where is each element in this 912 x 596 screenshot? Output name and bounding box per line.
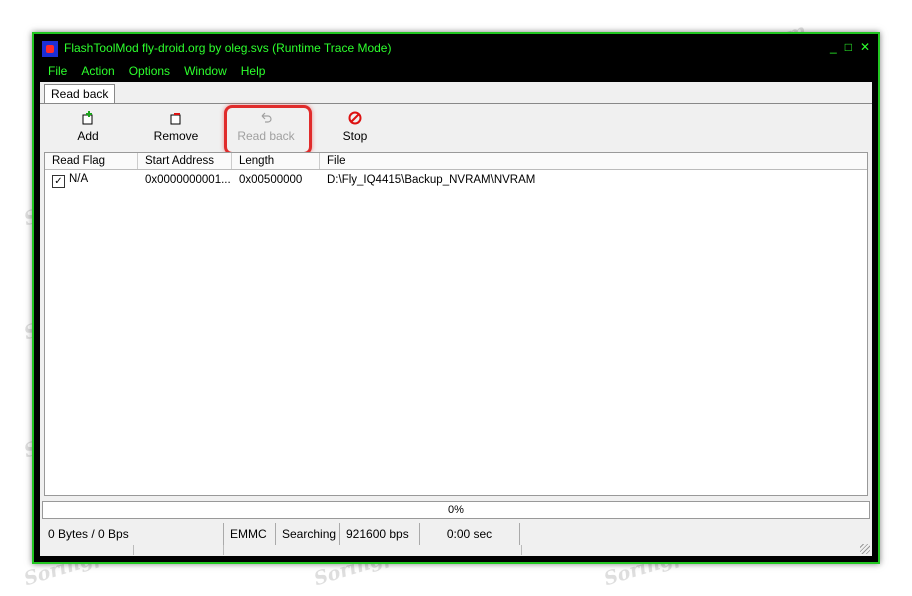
status-cell (134, 545, 224, 555)
status-baud: 921600 bps (340, 523, 420, 545)
status-time: 0:00 sec (420, 523, 520, 545)
toolbar: Add Remove Read back Stop (44, 108, 868, 148)
table-row[interactable]: ✓ N/A 0x0000000001... 0x00500000 D:\Fly_I… (45, 170, 867, 190)
file-cell: D:\Fly_IQ4415\Backup_NVRAM\NVRAM (327, 174, 536, 186)
progress-text: 0% (448, 504, 464, 516)
table-header: Read Flag Start Address Length File (45, 153, 867, 170)
menu-action[interactable]: Action (81, 64, 114, 82)
start-address-cell: 0x0000000001... (145, 174, 231, 186)
main-panel: Read back Add Remove Read back Stop Read… (40, 82, 872, 556)
maximize-button[interactable]: □ (845, 40, 852, 54)
remove-icon (168, 111, 184, 125)
column-length[interactable]: Length (232, 153, 320, 169)
menu-help[interactable]: Help (241, 64, 266, 82)
window-title: FlashToolMod fly-droid.org by oleg.svs (… (64, 41, 392, 55)
status-state: Searching (276, 523, 340, 545)
resize-grip-icon[interactable] (860, 544, 870, 554)
menu-window[interactable]: Window (184, 64, 227, 82)
read-flag-checkbox[interactable]: ✓ (52, 174, 65, 188)
add-button[interactable]: Add (53, 108, 123, 148)
stop-icon (347, 111, 363, 125)
app-window: FlashToolMod fly-droid.org by oleg.svs (… (32, 32, 880, 564)
menu-bar: File Action Options Window Help (34, 64, 265, 82)
column-read-flag[interactable]: Read Flag (45, 153, 138, 169)
stop-button[interactable]: Stop (320, 108, 390, 148)
read-flag-value: N/A (69, 172, 89, 185)
progress-bar: 0% (42, 501, 870, 519)
minimize-button[interactable]: _ (830, 40, 837, 54)
status-transfer: 0 Bytes / 0 Bps (42, 523, 224, 545)
add-icon (80, 111, 96, 125)
stop-label: Stop (342, 129, 368, 143)
status-extra (520, 523, 870, 545)
tab-divider (40, 103, 872, 104)
status-cell (522, 545, 870, 555)
add-label: Add (77, 129, 99, 143)
title-bar[interactable]: FlashToolMod fly-droid.org by oleg.svs (… (34, 34, 878, 62)
read-back-table: Read Flag Start Address Length File ✓ N/A… (44, 152, 868, 496)
window-controls: _ □ ✕ (830, 40, 870, 54)
status-bar: 0 Bytes / 0 Bps EMMC Searching 921600 bp… (42, 523, 870, 545)
menu-options[interactable]: Options (129, 64, 170, 82)
status-storage: EMMC (224, 523, 276, 545)
read-flag-cell: ✓ N/A (45, 173, 138, 188)
tab-read-back[interactable]: Read back (44, 84, 116, 104)
column-start-address[interactable]: Start Address (138, 153, 232, 169)
app-logo-icon (42, 41, 58, 57)
length-cell: 0x00500000 (239, 174, 303, 186)
highlight-box (224, 105, 312, 155)
status-cell (42, 545, 134, 555)
remove-button[interactable]: Remove (141, 108, 211, 148)
menu-file[interactable]: File (48, 64, 67, 82)
remove-label: Remove (153, 129, 199, 143)
close-button[interactable]: ✕ (860, 40, 870, 54)
column-file[interactable]: File (320, 153, 867, 169)
status-bar-secondary (42, 545, 870, 555)
status-cell (224, 545, 522, 555)
